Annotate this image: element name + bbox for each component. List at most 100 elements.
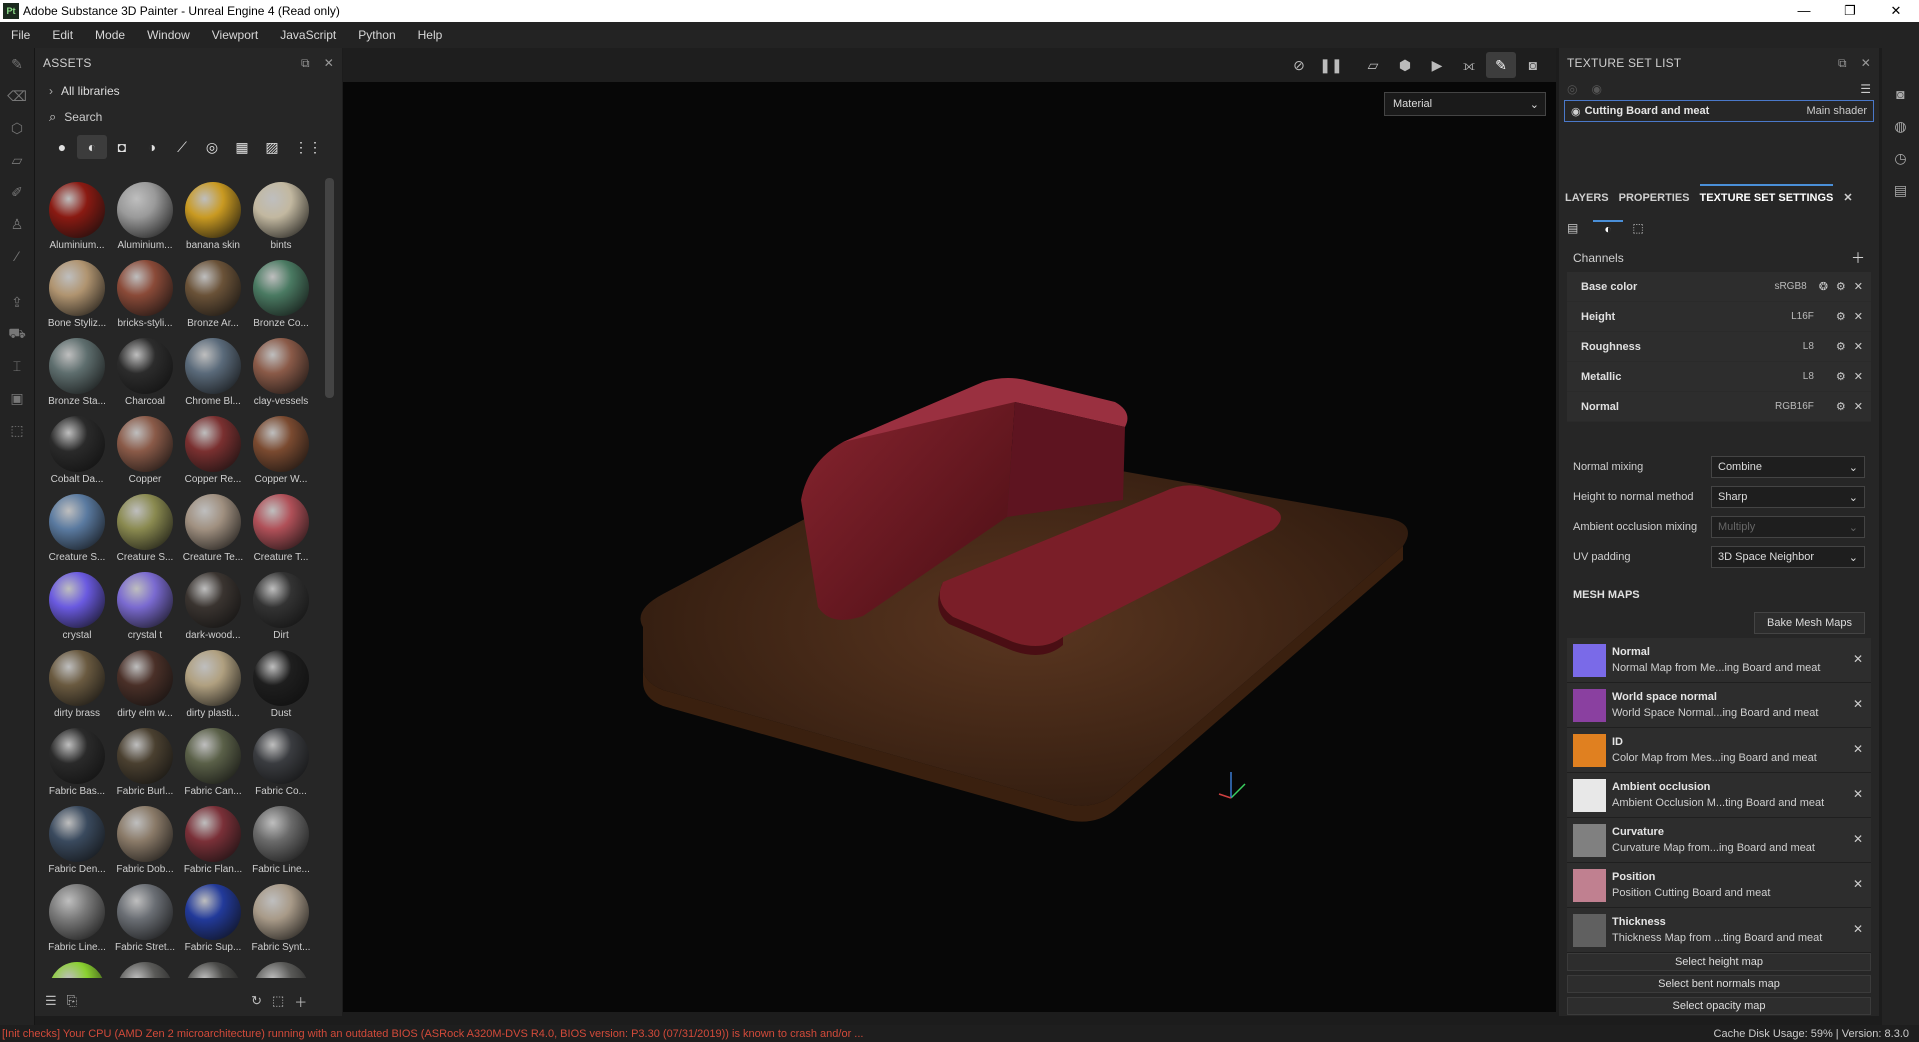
- asset-item[interactable]: Copper Re...: [179, 412, 247, 490]
- channel-row[interactable]: Normal RGB16F ⚙ ✕: [1567, 392, 1871, 422]
- mesh-map-row[interactable]: Normal Normal Map from Me...ing Board and…: [1567, 638, 1871, 683]
- asset-item[interactable]: Fabric Sup...: [179, 880, 247, 958]
- tab-texture-set-settings[interactable]: TEXTURE SET SETTINGS: [1699, 184, 1834, 212]
- paint-brush-icon[interactable]: ✎: [0, 48, 34, 80]
- new-folder-icon[interactable]: ⬚: [272, 993, 284, 1009]
- asset-item[interactable]: Copper W...: [247, 412, 315, 490]
- filter-smart-materials-icon[interactable]: ◐: [77, 135, 107, 159]
- filter-filters-icon[interactable]: ◑: [137, 135, 167, 159]
- import-icon[interactable]: ⎘: [67, 993, 77, 1009]
- remove-map-icon[interactable]: ✕: [1853, 697, 1863, 711]
- asset-item[interactable]: [43, 958, 111, 978]
- menu-help[interactable]: Help: [407, 28, 454, 42]
- measure-icon[interactable]: ⌶: [0, 350, 34, 382]
- asset-item[interactable]: Bronze Sta...: [43, 334, 111, 412]
- camera-icon[interactable]: ▶: [1422, 52, 1452, 78]
- asset-item[interactable]: Creature S...: [111, 490, 179, 568]
- setting-dropdown[interactable]: Sharp ⌄: [1711, 486, 1865, 508]
- channel-row[interactable]: Height L16F ⚙ ✕: [1567, 302, 1871, 332]
- asset-item[interactable]: Creature T...: [247, 490, 315, 568]
- history-icon[interactable]: ◷: [1882, 142, 1919, 174]
- bake-icon[interactable]: ⛟: [0, 318, 34, 350]
- asset-item[interactable]: Dust: [247, 646, 315, 724]
- texture-set-settings-icon[interactable]: ▤: [1567, 221, 1593, 235]
- channel-row[interactable]: Metallic L8 ⚙ ✕: [1567, 362, 1871, 392]
- shader-settings-icon[interactable]: ◍: [1882, 110, 1919, 142]
- add-channel-icon[interactable]: ＋: [1851, 248, 1865, 268]
- tab-properties[interactable]: PROPERTIES: [1619, 192, 1690, 212]
- refresh-icon[interactable]: ↻: [251, 993, 262, 1009]
- assets-search[interactable]: ⌕ Search: [35, 104, 342, 130]
- channel-format[interactable]: L8: [1803, 371, 1814, 382]
- channel-format[interactable]: sRGB8: [1774, 281, 1806, 292]
- eraser-icon[interactable]: ⌫: [0, 80, 34, 112]
- menu-icon[interactable]: ☰: [1860, 82, 1871, 96]
- asset-item[interactable]: Bone Styliz...: [43, 256, 111, 334]
- remove-map-icon[interactable]: ✕: [1853, 652, 1863, 666]
- status-error-message[interactable]: [Init checks] Your CPU (AMD Zen 2 microa…: [2, 1028, 863, 1040]
- asset-item[interactable]: Chrome Bl...: [179, 334, 247, 412]
- asset-item[interactable]: Cobalt Da...: [43, 412, 111, 490]
- asset-item[interactable]: Aluminium...: [43, 178, 111, 256]
- asset-item[interactable]: Fabric Line...: [43, 880, 111, 958]
- asset-item[interactable]: Creature Te...: [179, 490, 247, 568]
- setting-dropdown[interactable]: Combine ⌄: [1711, 456, 1865, 478]
- asset-item[interactable]: Fabric Dob...: [111, 802, 179, 880]
- gear-icon[interactable]: ⚙: [1836, 280, 1846, 293]
- gear-icon[interactable]: ⚙: [1836, 340, 1846, 353]
- list-view-icon[interactable]: ☰: [45, 993, 57, 1009]
- filter-brushes-icon[interactable]: ⟋: [167, 135, 197, 159]
- menu-file[interactable]: File: [0, 28, 41, 42]
- material-settings-icon[interactable]: ◐: [1593, 220, 1623, 236]
- asset-item[interactable]: bints: [247, 178, 315, 256]
- asset-item[interactable]: Fabric Burl...: [111, 724, 179, 802]
- libraries-selector[interactable]: › All libraries: [35, 78, 342, 104]
- asset-item[interactable]: [111, 958, 179, 978]
- remove-channel-icon[interactable]: ✕: [1854, 280, 1863, 293]
- mesh-map-row[interactable]: ID Color Map from Mes...ing Board and mea…: [1567, 728, 1871, 773]
- asset-item[interactable]: Fabric Line...: [247, 802, 315, 880]
- tab-layers[interactable]: LAYERS: [1565, 192, 1609, 212]
- export-icon[interactable]: ⇪: [0, 286, 34, 318]
- asset-item[interactable]: bricks-styli...: [111, 256, 179, 334]
- 3d-view-icon[interactable]: ⬢: [1390, 52, 1420, 78]
- bake-mesh-maps-button[interactable]: Bake Mesh Maps: [1754, 612, 1865, 634]
- color-profile-icon[interactable]: ❂: [1819, 280, 1828, 293]
- asset-item[interactable]: [247, 958, 315, 978]
- asset-item[interactable]: Dirt: [247, 568, 315, 646]
- channel-row[interactable]: Roughness L8 ⚙ ✕: [1567, 332, 1871, 362]
- asset-item[interactable]: dirty brass: [43, 646, 111, 724]
- remove-map-icon[interactable]: ✕: [1853, 832, 1863, 846]
- mesh-map-row[interactable]: Curvature Curvature Map from...ing Board …: [1567, 818, 1871, 863]
- 2d-view-icon[interactable]: ▱: [1358, 52, 1388, 78]
- select-map-button[interactable]: Select height map: [1567, 953, 1871, 971]
- paint-mode-icon[interactable]: ✎: [1486, 52, 1516, 78]
- asset-item[interactable]: Fabric Can...: [179, 724, 247, 802]
- remove-map-icon[interactable]: ✕: [1853, 877, 1863, 891]
- clone-stamp-icon[interactable]: ♙: [0, 208, 34, 240]
- display-settings-icon[interactable]: ◙: [1882, 78, 1919, 110]
- asset-item[interactable]: Fabric Bas...: [43, 724, 111, 802]
- gear-icon[interactable]: ⚙: [1836, 310, 1846, 323]
- 3d-viewport[interactable]: [343, 82, 1556, 1012]
- hide-ui-icon[interactable]: ⊘: [1284, 52, 1314, 78]
- asset-item[interactable]: banana skin: [179, 178, 247, 256]
- screenshot-icon[interactable]: ◙: [1518, 52, 1548, 78]
- assets-scrollbar[interactable]: [325, 178, 334, 398]
- smudge-icon[interactable]: ✐: [0, 176, 34, 208]
- mesh-map-row[interactable]: World space normal World Space Normal...i…: [1567, 683, 1871, 728]
- minimize-button[interactable]: —: [1781, 0, 1827, 22]
- asset-item[interactable]: Fabric Flan...: [179, 802, 247, 880]
- asset-item[interactable]: Fabric Co...: [247, 724, 315, 802]
- asset-item[interactable]: crystal: [43, 568, 111, 646]
- select-map-button[interactable]: Select opacity map: [1567, 997, 1871, 1015]
- menu-edit[interactable]: Edit: [41, 28, 84, 42]
- shader-name[interactable]: Main shader: [1806, 105, 1867, 117]
- remove-channel-icon[interactable]: ✕: [1854, 340, 1863, 353]
- remove-map-icon[interactable]: ✕: [1853, 787, 1863, 801]
- asset-item[interactable]: Copper: [111, 412, 179, 490]
- undock-icon[interactable]: ⧉: [1838, 56, 1847, 71]
- remove-map-icon[interactable]: ✕: [1853, 922, 1863, 936]
- close-tab-icon[interactable]: ✕: [1843, 191, 1852, 212]
- channel-row[interactable]: Base color sRGB8 ❂ ⚙ ✕: [1567, 272, 1871, 302]
